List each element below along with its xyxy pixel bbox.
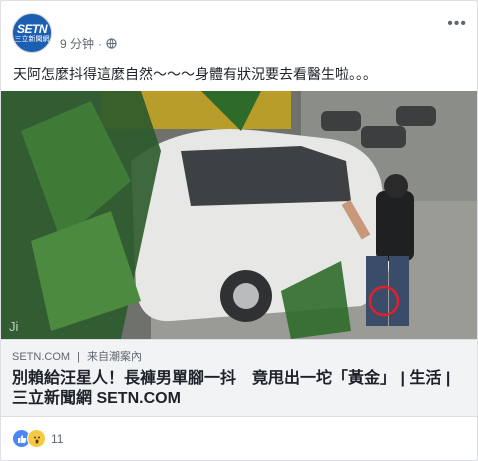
post-message: 天阿怎麼抖得這麼自然～～～身體有狀況要去看醫生啦。。。 xyxy=(13,66,377,82)
link-title[interactable]: 別賴給汪星人！長褲男單腳一抖 竟甩出一坨「黃金」 | 生活 | 三立新聞網 SE… xyxy=(12,369,466,409)
reactions-bar[interactable]: 11 xyxy=(12,429,63,448)
page-avatar[interactable]: SETN 三立新聞網 xyxy=(12,13,52,53)
reaction-count[interactable]: 11 xyxy=(51,432,63,446)
post-card: SETN 三立新聞網 9 分钟 · ••• 天阿怎麼抖得這麼自然～～～身體有狀況… xyxy=(0,0,478,461)
link-preview[interactable]: SETN.COM | 来自潮案內 別賴給汪星人！長褲男單腳一抖 竟甩出一坨「黃金… xyxy=(1,339,477,417)
link-domain-line: SETN.COM | 来自潮案內 xyxy=(12,351,143,363)
post-video-thumbnail[interactable]: Ji xyxy=(1,91,477,339)
post-meta: 9 分钟 · xyxy=(60,35,117,52)
post-time[interactable]: 9 分钟 xyxy=(60,35,94,52)
wow-icon xyxy=(27,429,46,448)
svg-text:Ji: Ji xyxy=(9,319,19,334)
more-options-icon[interactable]: ••• xyxy=(447,15,467,33)
globe-icon xyxy=(106,38,117,49)
via-source-link[interactable]: 潮案內 xyxy=(109,351,142,363)
